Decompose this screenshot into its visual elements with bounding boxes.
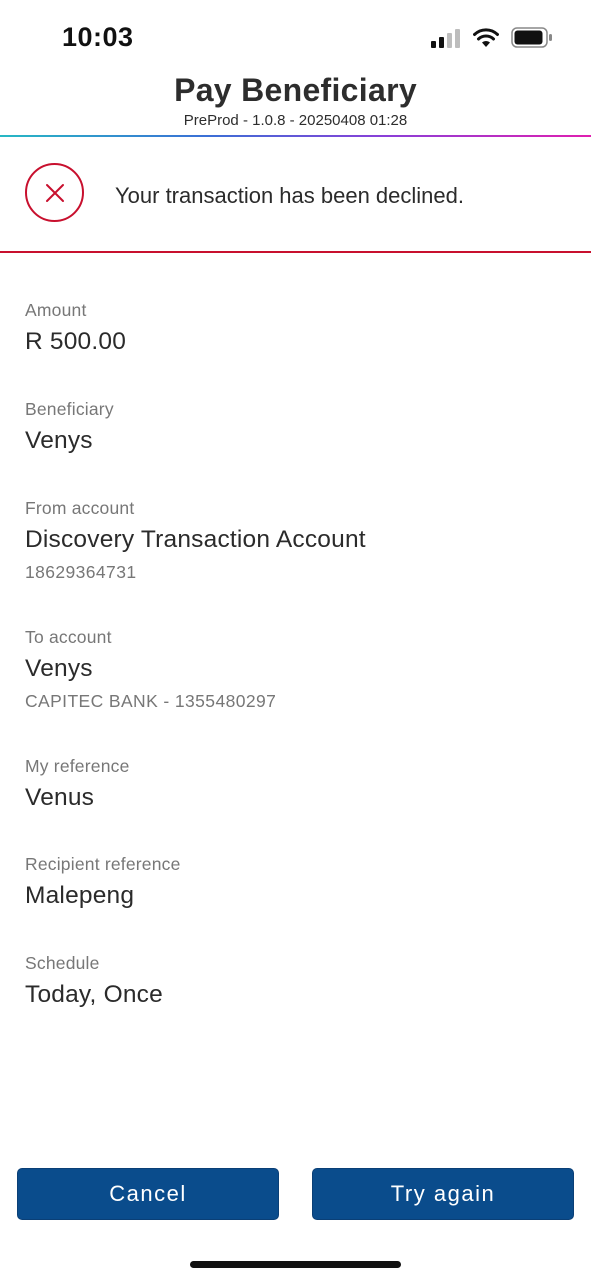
from-account-field: From account Discovery Transaction Accou… [25,498,565,583]
recipient-reference-label: Recipient reference [25,854,181,874]
close-circle-icon [25,163,84,222]
schedule-value: Today, Once [25,981,163,1008]
amount-value: R 500.00 [25,328,127,355]
beneficiary-label: Beneficiary [25,399,114,419]
status-bar: 10:03 [0,0,591,70]
from-account-number: 18629364731 [25,562,137,582]
my-reference-field: My reference Venus [25,756,565,812]
build-version-label: PreProd - 1.0.8 - 20250408 01:28 [183,112,408,129]
declined-alert-banner: Your transaction has been declined. [0,137,591,253]
from-account-label: From account [25,498,135,518]
amount-label: Amount [25,300,87,320]
schedule-field: Schedule Today, Once [25,953,565,1009]
status-icons [431,27,553,48]
my-reference-value: Venus [25,784,95,811]
to-account-bank: CAPITEC BANK - 1355480297 [25,691,277,711]
home-indicator[interactable] [190,1261,401,1268]
try-again-button[interactable]: Try again [312,1168,574,1220]
alert-message: Your transaction has been declined. [115,183,464,208]
beneficiary-field: Beneficiary Venys [25,399,565,455]
page-title: Pay Beneficiary [174,72,417,108]
amount-field: Amount R 500.00 [25,300,565,356]
beneficiary-value: Venys [25,427,93,454]
schedule-label: Schedule [25,953,100,973]
my-reference-label: My reference [25,756,130,776]
cancel-button[interactable]: Cancel [17,1168,279,1220]
cellular-signal-icon [431,28,460,48]
to-account-label: To account [25,627,112,647]
recipient-reference-value: Malepeng [25,882,135,909]
page-header: Pay Beneficiary PreProd - 1.0.8 - 202504… [0,70,591,136]
wifi-icon [473,27,499,47]
to-account-name: Venys [25,655,93,682]
recipient-reference-field: Recipient reference Malepeng [25,854,565,910]
to-account-field: To account Venys CAPITEC BANK - 13554802… [25,627,565,712]
from-account-name: Discovery Transaction Account [25,526,366,553]
status-time: 10:03 [62,22,134,52]
battery-icon [511,27,552,48]
